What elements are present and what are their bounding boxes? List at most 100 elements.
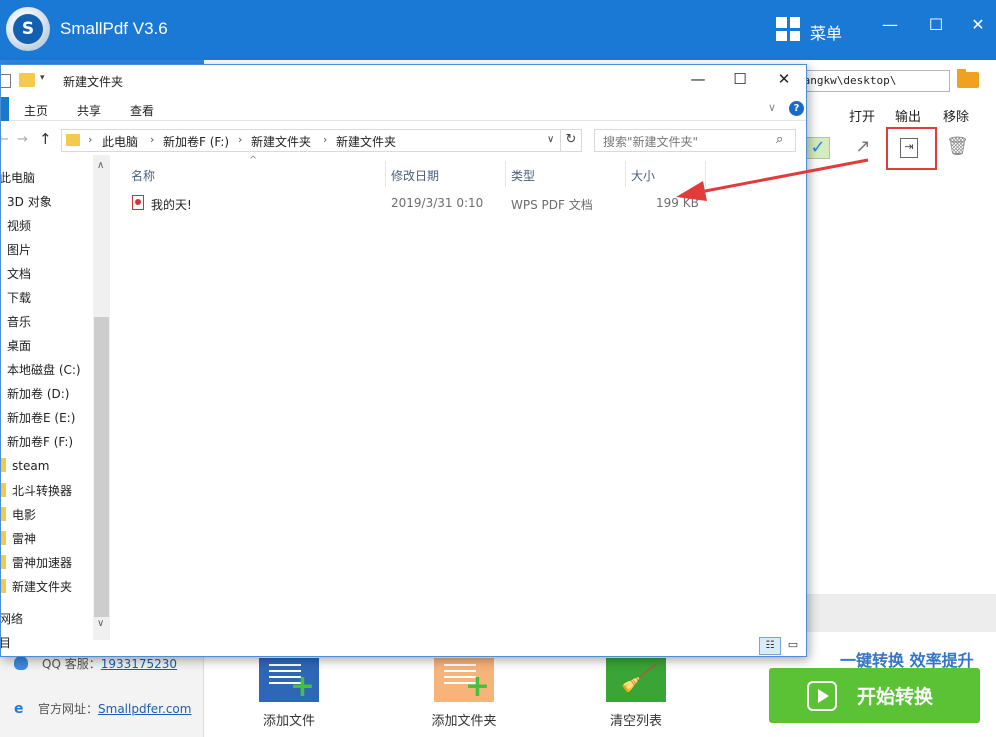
- tab-view[interactable]: 查看: [130, 102, 154, 119]
- column-header-name[interactable]: 名称: [131, 167, 155, 184]
- website-link[interactable]: Smallpdfer.com: [98, 702, 191, 716]
- column-divider[interactable]: [705, 161, 706, 187]
- up-arrow-icon[interactable]: ↑: [39, 130, 52, 148]
- column-divider[interactable]: [385, 161, 386, 187]
- address-bar[interactable]: › 此电脑 › 新加卷F (F:) › 新建文件夹 › 新建文件夹 ∨: [61, 129, 561, 152]
- search-box[interactable]: 搜索"新建文件夹" ⌕: [594, 129, 796, 152]
- tree-item-new-folder[interactable]: 新建文件夹: [1, 578, 72, 600]
- tree-item-leishen[interactable]: 雷神: [1, 530, 36, 552]
- folder-icon: [1, 531, 6, 545]
- explorer-title-bar: ▾ 新建文件夹 — ☐ ✕: [1, 65, 806, 97]
- tree-item-documents[interactable]: 文档: [7, 265, 31, 287]
- file-date: 2019/3/31 0:10: [391, 196, 484, 210]
- file-type: WPS PDF 文档: [511, 198, 593, 212]
- app-minimize-button[interactable]: —: [876, 15, 904, 39]
- forward-arrow-icon[interactable]: →: [17, 132, 28, 147]
- open-external-icon[interactable]: ↗: [852, 136, 874, 158]
- add-file-button[interactable]: + 添加文件: [229, 658, 349, 729]
- clear-list-button[interactable]: 🧹 清空列表: [576, 658, 696, 729]
- chevron-right-icon[interactable]: ›: [238, 133, 242, 146]
- play-icon: [807, 680, 837, 711]
- tree-item-movies[interactable]: 电影: [1, 506, 36, 528]
- tree-item-beidou[interactable]: 北斗转换器: [1, 482, 72, 504]
- quick-access-checkbox-icon[interactable]: [1, 74, 11, 88]
- qq-number-link[interactable]: 1933175230: [101, 657, 177, 671]
- column-remove: 移除: [943, 110, 970, 125]
- help-icon[interactable]: ?: [789, 101, 804, 116]
- scroll-up-icon[interactable]: ∧: [97, 160, 104, 171]
- tab-home[interactable]: 主页: [24, 102, 48, 119]
- file-size: 199 KB: [656, 196, 699, 210]
- scrollbar-thumb[interactable]: [94, 317, 109, 617]
- search-icon[interactable]: ⌕: [776, 132, 783, 147]
- column-output: 输出: [895, 110, 922, 125]
- column-divider[interactable]: [625, 161, 626, 187]
- column-header-date[interactable]: 修改日期: [391, 167, 439, 184]
- tree-item-music[interactable]: 音乐: [7, 313, 31, 335]
- tree-item-network[interactable]: 网络: [1, 610, 23, 632]
- navigation-pane: 此电脑 3D 对象 视频 图片 文档 下载 音乐 桌面 本地磁盘 (C:) 新加…: [1, 155, 93, 650]
- file-list: ^ 名称 修改日期 类型 大小 我的天! 2019/3/31 0:10 WPS …: [110, 155, 806, 640]
- explorer-maximize-button[interactable]: ☐: [725, 70, 755, 92]
- tree-item-downloads[interactable]: 下载: [7, 289, 31, 311]
- ribbon-tabs: 主页 共享 查看 ∨ ?: [1, 97, 806, 121]
- folder-icon: [1, 579, 6, 593]
- tree-item-partial[interactable]: 目: [1, 634, 11, 656]
- details-view-icon[interactable]: ☷: [759, 637, 781, 655]
- breadcrumb-drive-f[interactable]: 新加卷F (F:): [163, 133, 229, 150]
- column-divider[interactable]: [505, 161, 506, 187]
- tree-item-drive-c[interactable]: 本地磁盘 (C:): [7, 361, 81, 383]
- chevron-right-icon[interactable]: ›: [150, 133, 154, 146]
- tree-item-leishen-accelerator[interactable]: 雷神加速器: [1, 554, 72, 576]
- tree-item-3d-objects[interactable]: 3D 对象: [7, 193, 52, 215]
- tree-item-this-pc[interactable]: 此电脑: [1, 169, 35, 191]
- quick-access-dropdown-icon[interactable]: ▾: [40, 73, 45, 83]
- start-convert-button[interactable]: 开始转换: [769, 668, 980, 723]
- app-logo-icon: S: [6, 7, 50, 51]
- back-arrow-icon[interactable]: ←: [1, 132, 9, 147]
- folder-icon: [19, 73, 35, 87]
- tree-item-drive-d[interactable]: 新加卷 (D:): [7, 385, 69, 407]
- tree-item-drive-e[interactable]: 新加卷E (E:): [7, 409, 75, 431]
- column-header-size[interactable]: 大小: [631, 167, 655, 184]
- folder-icon: [66, 134, 80, 146]
- table-row[interactable]: 我的天! 2019/3/31 0:10 WPS PDF 文档 199 KB: [110, 191, 806, 213]
- row-checkbox[interactable]: ✓: [806, 137, 830, 159]
- breadcrumb-current-folder[interactable]: 新建文件夹: [336, 133, 396, 150]
- chevron-right-icon[interactable]: ›: [88, 133, 92, 146]
- tab-share[interactable]: 共享: [77, 102, 101, 119]
- folder-icon: [1, 458, 6, 472]
- tree-item-steam[interactable]: steam: [1, 458, 49, 480]
- add-folder-icon: +: [434, 658, 494, 702]
- trash-icon[interactable]: 🗑: [946, 136, 969, 158]
- file-explorer-window: ▾ 新建文件夹 — ☐ ✕ 主页 共享 查看 ∨ ? ← → ↑ › 此电脑 ›…: [0, 64, 807, 657]
- add-folder-button[interactable]: + 添加文件夹: [404, 658, 524, 729]
- tree-item-videos[interactable]: 视频: [7, 217, 31, 239]
- file-tab[interactable]: [1, 97, 9, 121]
- folder-icon: [1, 555, 6, 569]
- output-icon[interactable]: ⇥: [900, 138, 918, 158]
- explorer-minimize-button[interactable]: —: [683, 70, 713, 92]
- breadcrumb-this-pc[interactable]: 此电脑: [102, 133, 138, 150]
- tree-item-desktop[interactable]: 桌面: [7, 337, 31, 359]
- explorer-close-button[interactable]: ✕: [769, 70, 799, 92]
- menu-button[interactable]: 菜单: [810, 20, 842, 44]
- refresh-button[interactable]: ↻: [561, 129, 582, 152]
- tree-item-pictures[interactable]: 图片: [7, 241, 31, 263]
- search-input[interactable]: 搜索"新建文件夹": [603, 133, 698, 150]
- column-header-type[interactable]: 类型: [511, 167, 535, 184]
- app-close-button[interactable]: ✕: [964, 15, 992, 39]
- output-path-field[interactable]: tangkw\desktop\: [790, 70, 950, 92]
- ribbon-expand-icon[interactable]: ∨: [768, 101, 776, 114]
- breadcrumb-folder[interactable]: 新建文件夹: [251, 133, 311, 150]
- address-dropdown-icon[interactable]: ∨: [547, 134, 554, 145]
- chevron-right-icon[interactable]: ›: [323, 133, 327, 146]
- tree-item-drive-f[interactable]: 新加卷F (F:): [7, 433, 73, 455]
- scroll-down-icon[interactable]: ∨: [97, 618, 104, 629]
- file-name[interactable]: 我的天!: [151, 196, 192, 213]
- pdf-file-icon: [132, 195, 144, 210]
- tiles-view-icon[interactable]: ▭: [784, 637, 802, 655]
- browse-folder-icon[interactable]: [957, 69, 979, 88]
- windows-grid-icon[interactable]: [776, 17, 800, 41]
- app-maximize-button[interactable]: ☐: [922, 15, 950, 39]
